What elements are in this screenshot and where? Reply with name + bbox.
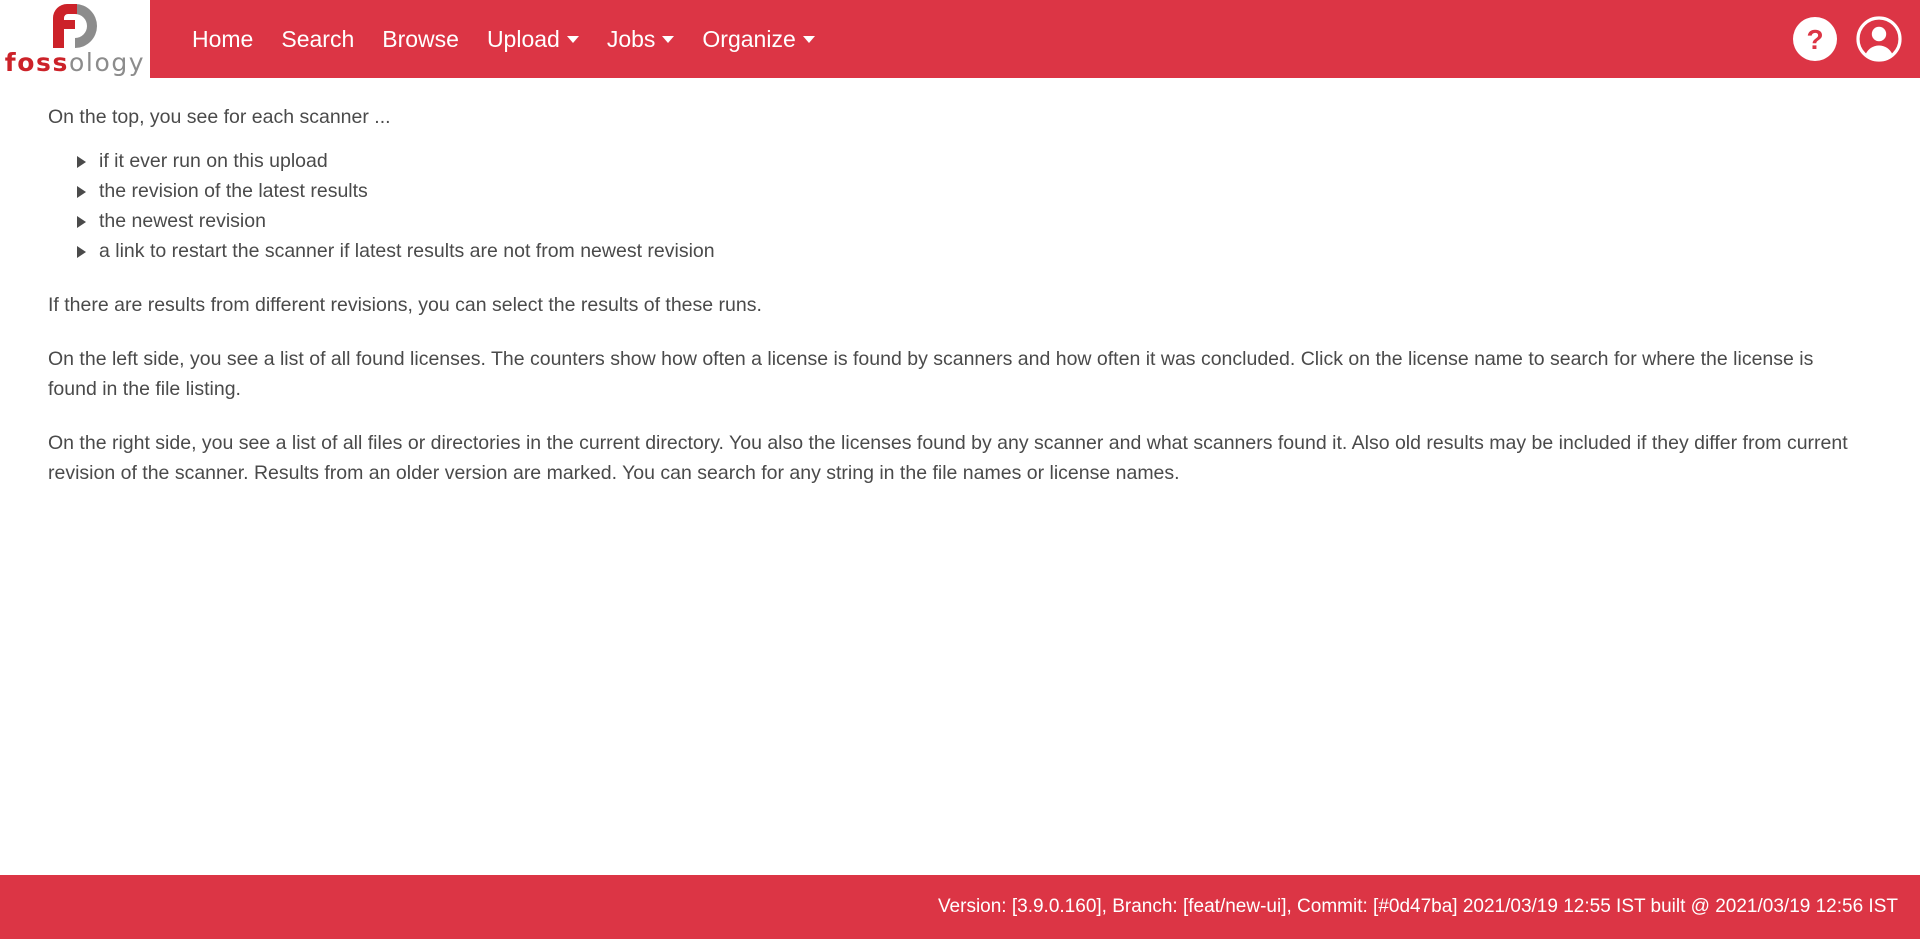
- version-info: Version: [3.9.0.160], Branch: [feat/new-…: [937, 896, 1898, 917]
- nav-item-browse[interactable]: Browse: [368, 0, 473, 78]
- nav-item-upload[interactable]: Upload: [473, 0, 593, 78]
- triangle-bullet-icon: [77, 246, 86, 258]
- nav-item-home-label: Home: [192, 26, 254, 52]
- chevron-down-icon: [802, 35, 815, 43]
- chevron-down-icon: [566, 35, 579, 43]
- list-item: the newest revision: [77, 206, 1872, 236]
- nav-item-organize-label: Organize: [702, 26, 796, 52]
- fossology-wordmark: fossology: [5, 48, 145, 78]
- fossology-logo[interactable]: fossology: [0, 0, 150, 82]
- list-item: if it ever run on this upload: [77, 146, 1872, 176]
- nav-item-search-label: Search: [281, 26, 355, 52]
- nav-item-search[interactable]: Search: [267, 0, 368, 78]
- user-account-icon[interactable]: [1856, 16, 1902, 62]
- navbar-actions: ?: [1792, 0, 1902, 78]
- list-item-label: if it ever run on this upload: [99, 150, 328, 172]
- page-footer: Version: [3.9.0.160], Branch: [feat/new-…: [0, 875, 1920, 939]
- nav-item-home[interactable]: Home: [178, 0, 267, 78]
- scanner-info-list: if it ever run on this upload the revisi…: [48, 146, 1872, 266]
- list-item-label: a link to restart the scanner if latest …: [99, 240, 715, 262]
- help-icon[interactable]: ?: [1792, 16, 1838, 62]
- list-item: the revision of the latest results: [77, 176, 1872, 206]
- svg-text:?: ?: [1806, 24, 1823, 55]
- wordmark-ology: ology: [69, 48, 146, 77]
- top-navbar: fossology Home Search Browse Upload Jobs…: [0, 0, 1920, 82]
- nav-item-browse-label: Browse: [382, 26, 459, 52]
- nav-item-upload-label: Upload: [486, 26, 560, 52]
- triangle-bullet-icon: [77, 216, 86, 228]
- main-content: On the top, you see for each scanner ...…: [0, 78, 1920, 875]
- triangle-bullet-icon: [77, 156, 86, 168]
- right-side-paragraph: On the right side, you see a list of all…: [48, 432, 1848, 484]
- revisions-paragraph: If there are results from different revi…: [48, 294, 762, 316]
- wordmark-foss: foss: [4, 48, 69, 77]
- page-root: fossology Home Search Browse Upload Jobs…: [0, 0, 1920, 939]
- left-side-paragraph: On the left side, you see a list of all …: [48, 348, 1814, 400]
- list-item-label: the revision of the latest results: [99, 180, 368, 202]
- nav-menu: Home Search Browse Upload Jobs Organize: [178, 0, 829, 78]
- intro-paragraph: On the top, you see for each scanner ...: [48, 106, 391, 128]
- chevron-down-icon: [662, 35, 675, 43]
- fossology-logo-mark: [53, 4, 97, 48]
- triangle-bullet-icon: [77, 186, 86, 198]
- nav-item-jobs-label: Jobs: [606, 26, 656, 52]
- list-item: a link to restart the scanner if latest …: [77, 236, 1872, 266]
- list-item-label: the newest revision: [99, 210, 266, 232]
- nav-item-jobs[interactable]: Jobs: [593, 0, 689, 78]
- nav-item-organize[interactable]: Organize: [688, 0, 828, 78]
